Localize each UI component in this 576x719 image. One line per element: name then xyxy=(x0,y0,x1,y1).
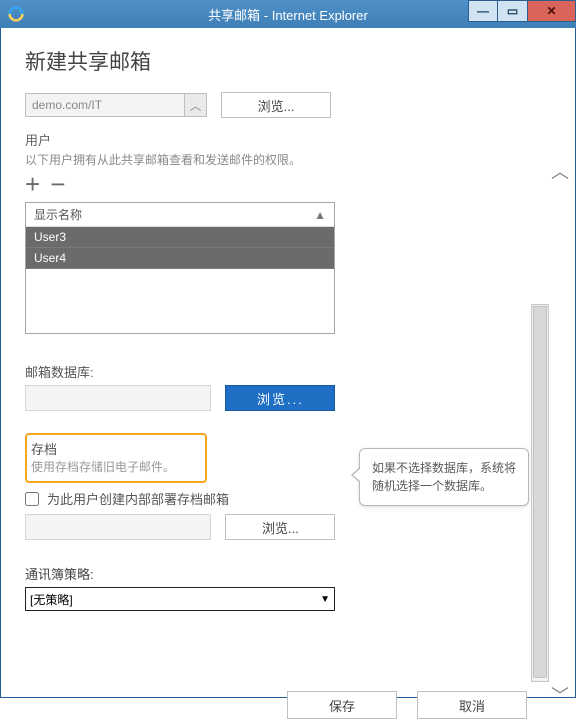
minimize-button[interactable]: — xyxy=(468,0,498,22)
archive-checkbox[interactable] xyxy=(25,492,39,506)
archive-sub: 使用存档存储旧电子邮件。 xyxy=(31,458,197,475)
ou-browse-button[interactable]: 浏览... xyxy=(221,92,331,118)
ie-icon xyxy=(6,4,26,24)
database-label: 邮箱数据库: xyxy=(25,362,551,381)
abp-select[interactable]: [无策略] ▼ xyxy=(25,587,335,611)
chevron-up-icon[interactable]: ︿ xyxy=(184,94,206,116)
users-column-header[interactable]: 显示名称 xyxy=(34,206,82,223)
archive-browse-button[interactable]: 浏览... xyxy=(225,514,335,540)
archive-input[interactable] xyxy=(25,514,211,540)
archive-section-highlight: 存档 使用存档存储旧电子邮件。 xyxy=(25,433,207,483)
archive-title: 存档 xyxy=(31,439,197,458)
sort-ascending-icon[interactable]: ▲ xyxy=(314,208,326,222)
users-list[interactable]: 显示名称 ▲ User3 User4 xyxy=(25,202,335,334)
add-user-button[interactable]: + xyxy=(25,174,40,194)
close-button[interactable]: ✕ xyxy=(528,0,576,22)
scrollbar-thumb[interactable] xyxy=(533,306,547,678)
database-input[interactable] xyxy=(25,385,211,411)
chevron-down-icon: ▼ xyxy=(320,594,330,605)
panel-scrollbar[interactable] xyxy=(531,304,549,682)
scroll-up-chevron-icon[interactable]: ︿ xyxy=(551,158,569,184)
save-button[interactable]: 保存 xyxy=(287,691,397,719)
database-tooltip: 如果不选择数据库，系统将随机选择一个数据库。 xyxy=(359,448,529,506)
list-item[interactable]: User3 xyxy=(26,227,334,248)
users-sub: 以下用户拥有从此共享邮箱查看和发送邮件的权限。 xyxy=(25,151,551,168)
page-title: 新建共享邮箱 xyxy=(25,46,551,76)
ou-combo-value: demo.com/IT xyxy=(32,98,102,112)
cancel-button[interactable]: 取消 xyxy=(417,691,527,719)
remove-user-button[interactable]: − xyxy=(50,174,65,194)
window-titlebar: 共享邮箱 - Internet Explorer — ▭ ✕ xyxy=(0,0,576,28)
ou-combo[interactable]: demo.com/IT ︿ xyxy=(25,93,207,117)
maximize-button[interactable]: ▭ xyxy=(498,0,528,22)
database-browse-button[interactable]: 浏览... xyxy=(225,385,335,411)
archive-checkbox-label: 为此用户创建内部部署存档邮箱 xyxy=(47,489,229,508)
list-item[interactable]: User4 xyxy=(26,248,334,269)
users-label: 用户 xyxy=(25,130,551,149)
abp-label: 通讯簿策略: xyxy=(25,564,551,583)
abp-selected: [无策略] xyxy=(30,591,73,608)
